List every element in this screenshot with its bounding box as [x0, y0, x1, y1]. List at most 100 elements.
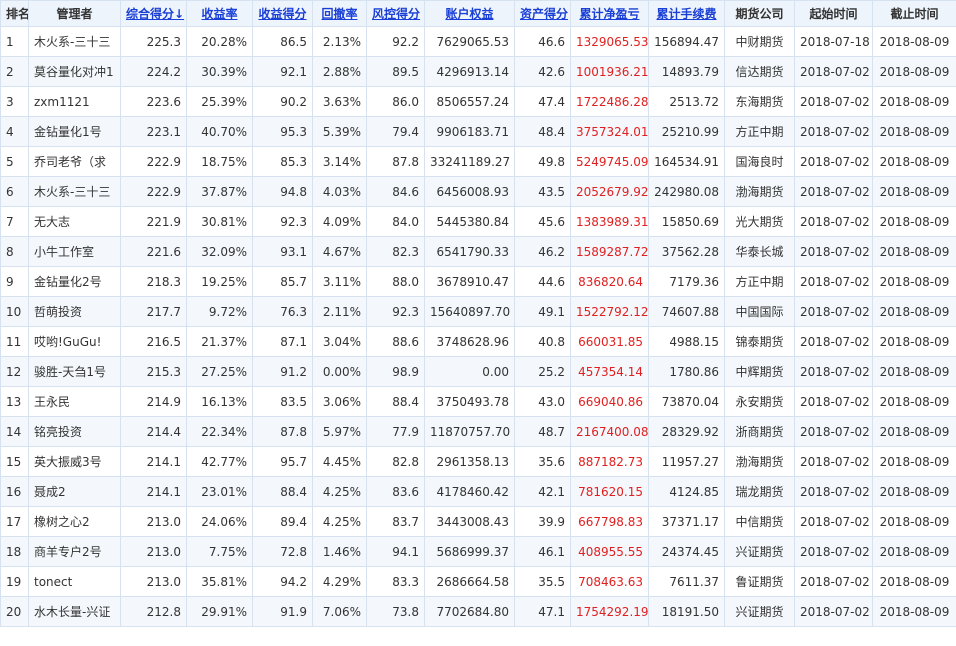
cell-return_rate: 37.87% — [186, 176, 253, 207]
column-header-label[interactable]: 综合得分 — [126, 7, 174, 21]
cell-risk_score: 94.1 — [366, 536, 425, 567]
table-row: 2 莫谷量化对冲1 224.2 30.39% 92.1 2.88% 89.5 4296913.… — [0, 56, 956, 87]
column-header-return_score[interactable]: 收益得分 — [252, 0, 313, 27]
table-row: 11 哎哟!GuGu! 216.5 21.37% 87.1 3.04% 88.6 374862… — [0, 326, 956, 357]
cell-net_pnl: 669040.86 — [570, 386, 649, 417]
cell-end: 2018-08-09 — [872, 416, 956, 447]
cell-risk_score: 77.9 — [366, 416, 425, 447]
cell-broker: 渤海期货 — [724, 446, 795, 477]
cell-fees: 164534.91 — [648, 146, 725, 177]
cell-score: 225.3 — [120, 26, 187, 57]
column-header-label[interactable]: 收益得分 — [258, 7, 306, 21]
cell-score: 221.6 — [120, 236, 187, 267]
cell-broker: 永安期货 — [724, 386, 795, 417]
column-header-label: 排名 — [6, 7, 29, 21]
cell-manager: 哎哟!GuGu! — [28, 326, 121, 357]
cell-return_score: 83.5 — [252, 386, 313, 417]
cell-end: 2018-08-09 — [872, 86, 956, 117]
cell-rank: 7 — [0, 206, 29, 237]
cell-return_rate: 42.77% — [186, 446, 253, 477]
cell-return_score: 91.2 — [252, 356, 313, 387]
table-row: 4 金钻量化1号 223.1 40.70% 95.3 5.39% 79.4 9906183.7… — [0, 116, 956, 147]
cell-end: 2018-08-09 — [872, 56, 956, 87]
column-header-equity[interactable]: 账户权益 — [424, 0, 515, 27]
cell-rank: 5 — [0, 146, 29, 177]
cell-score: 214.4 — [120, 416, 187, 447]
cell-score: 223.1 — [120, 116, 187, 147]
column-header-risk_score[interactable]: 风控得分 — [366, 0, 425, 27]
cell-fees: 15850.69 — [648, 206, 725, 237]
cell-manager: 小牛工作室 — [28, 236, 121, 267]
cell-manager: 金钻量化2号 — [28, 266, 121, 297]
cell-start: 2018-07-18 — [794, 26, 873, 57]
table-row: 13 王永民 214.9 16.13% 83.5 3.06% 88.4 3750493.78 4… — [0, 386, 956, 417]
cell-score: 223.6 — [120, 86, 187, 117]
column-header-drawdown[interactable]: 回撤率 — [312, 0, 367, 27]
column-header-label[interactable]: 累计手续费 — [656, 7, 716, 21]
column-header-label[interactable]: 回撤率 — [321, 7, 357, 21]
cell-end: 2018-08-09 — [872, 236, 956, 267]
cell-rank: 6 — [0, 176, 29, 207]
table-row: 9 金钻量化2号 218.3 19.25% 85.7 3.11% 88.0 3678910.4… — [0, 266, 956, 297]
cell-equity: 3678910.47 — [424, 266, 515, 297]
cell-risk_score: 92.3 — [366, 296, 425, 327]
cell-return_score: 94.8 — [252, 176, 313, 207]
cell-net_pnl: 1589287.72 — [570, 236, 649, 267]
cell-return_score: 86.5 — [252, 26, 313, 57]
column-header-label[interactable]: 收益率 — [201, 7, 237, 21]
cell-broker: 中信期货 — [724, 506, 795, 537]
cell-risk_score: 83.3 — [366, 566, 425, 597]
cell-asset_score: 40.8 — [514, 326, 571, 357]
cell-manager: 木火系-三十三 — [28, 176, 121, 207]
table-row: 16 聂成2 214.1 23.01% 88.4 4.25% 83.6 4178460.42 4… — [0, 476, 956, 507]
cell-rank: 14 — [0, 416, 29, 447]
cell-risk_score: 88.0 — [366, 266, 425, 297]
cell-asset_score: 49.1 — [514, 296, 571, 327]
cell-net_pnl: 660031.85 — [570, 326, 649, 357]
column-header-label[interactable]: 账户权益 — [445, 7, 493, 21]
column-header-return_rate[interactable]: 收益率 — [186, 0, 253, 27]
cell-fees: 24374.45 — [648, 536, 725, 567]
cell-end: 2018-08-09 — [872, 536, 956, 567]
column-header-label[interactable]: 资产得分 — [520, 7, 568, 21]
cell-asset_score: 47.4 — [514, 86, 571, 117]
column-header-label[interactable]: 风控得分 — [372, 7, 420, 21]
column-header-score[interactable]: 综合得分↓ — [120, 0, 187, 27]
cell-return_score: 72.8 — [252, 536, 313, 567]
cell-net_pnl: 2052679.92 — [570, 176, 649, 207]
cell-end: 2018-08-09 — [872, 26, 956, 57]
cell-start: 2018-07-02 — [794, 296, 873, 327]
cell-start: 2018-07-02 — [794, 446, 873, 477]
cell-equity: 0.00 — [424, 356, 515, 387]
cell-broker: 渤海期货 — [724, 176, 795, 207]
column-header-label[interactable]: 累计净盈亏 — [579, 7, 639, 21]
cell-score: 216.5 — [120, 326, 187, 357]
cell-score: 222.9 — [120, 176, 187, 207]
table-row: 7 无大志 221.9 30.81% 92.3 4.09% 84.0 5445380.84 45… — [0, 206, 956, 237]
cell-manager: 骏胜-天刍1号 — [28, 356, 121, 387]
cell-rank: 2 — [0, 56, 29, 87]
cell-net_pnl: 781620.15 — [570, 476, 649, 507]
column-header-net_pnl[interactable]: 累计净盈亏 — [570, 0, 649, 27]
cell-end: 2018-08-09 — [872, 566, 956, 597]
cell-broker: 锦泰期货 — [724, 326, 795, 357]
cell-score: 218.3 — [120, 266, 187, 297]
cell-rank: 17 — [0, 506, 29, 537]
cell-return_rate: 22.34% — [186, 416, 253, 447]
cell-broker: 方正中期 — [724, 116, 795, 147]
cell-start: 2018-07-02 — [794, 116, 873, 147]
cell-start: 2018-07-02 — [794, 506, 873, 537]
cell-equity: 9906183.71 — [424, 116, 515, 147]
cell-end: 2018-08-09 — [872, 326, 956, 357]
cell-risk_score: 88.4 — [366, 386, 425, 417]
cell-score: 221.9 — [120, 206, 187, 237]
cell-broker: 鲁证期货 — [724, 566, 795, 597]
cell-net_pnl: 708463.63 — [570, 566, 649, 597]
cell-asset_score: 39.9 — [514, 506, 571, 537]
column-header-asset_score[interactable]: 资产得分 — [514, 0, 571, 27]
column-header-fees[interactable]: 累计手续费 — [648, 0, 725, 27]
cell-drawdown: 2.88% — [312, 56, 367, 87]
cell-return_score: 85.7 — [252, 266, 313, 297]
cell-fees: 37562.28 — [648, 236, 725, 267]
cell-equity: 8506557.24 — [424, 86, 515, 117]
